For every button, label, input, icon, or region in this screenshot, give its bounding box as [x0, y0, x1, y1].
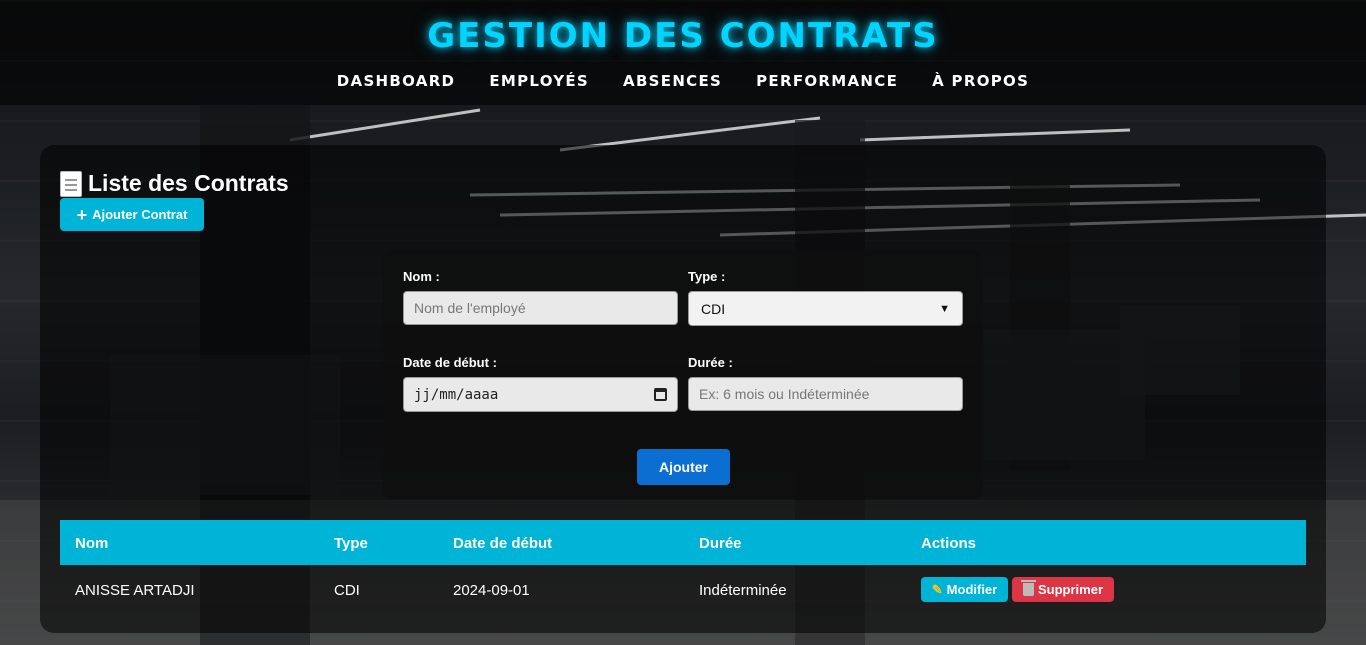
col-type: Type: [334, 535, 368, 552]
start-date-value: jj/mm/aaaa: [414, 386, 499, 403]
cell-duree: Indéterminée: [699, 582, 787, 599]
delete-label: Supprimer: [1037, 582, 1103, 597]
site-title: GESTION DES CONTRATS: [427, 16, 939, 56]
col-actions: Actions: [921, 535, 977, 552]
edit-label: Modifier: [946, 582, 998, 597]
duration-input[interactable]: [688, 377, 963, 411]
nav-employes[interactable]: EMPLOYÉS: [489, 72, 589, 90]
pencil-icon: ✎: [931, 581, 943, 597]
page-title-text: Liste des Contrats: [88, 170, 289, 196]
nav-a-propos[interactable]: À PROPOS: [932, 72, 1029, 90]
trash-icon: [1020, 580, 1036, 596]
name-input[interactable]: [403, 291, 678, 325]
table-row: ANISSE ARTADJI CDI 2024-09-01 Indétermin…: [60, 565, 1306, 615]
start-date-input[interactable]: jj/mm/aaaa: [403, 377, 678, 412]
nav-absences[interactable]: ABSENCES: [623, 72, 722, 90]
nav-performance[interactable]: PERFORMANCE: [756, 72, 898, 90]
col-nom: Nom: [75, 535, 109, 552]
submit-button[interactable]: Ajouter: [637, 449, 730, 485]
page-title: Liste des Contrats: [60, 170, 289, 197]
edit-button[interactable]: ✎ Modifier: [921, 577, 1008, 602]
cell-type: CDI: [334, 582, 360, 599]
main-nav: DASHBOARD EMPLOYÉS ABSENCES PERFORMANCE …: [0, 72, 1366, 90]
cell-date: 2024-09-01: [453, 582, 530, 599]
calendar-icon[interactable]: [654, 388, 667, 401]
nav-dashboard[interactable]: DASHBOARD: [337, 72, 456, 90]
type-select-value: CDI: [701, 300, 726, 317]
name-label: Nom :: [403, 269, 440, 284]
type-label: Type :: [688, 269, 726, 284]
col-date: Date de début: [453, 535, 553, 552]
table-header: Nom Type Date de début Durée Actions: [60, 520, 1306, 565]
start-date-label: Date de début :: [403, 355, 497, 370]
duration-label: Durée :: [688, 355, 733, 370]
col-duree: Durée: [699, 535, 742, 552]
chevron-down-icon: ▼: [939, 302, 950, 315]
document-icon: [60, 170, 82, 197]
add-contract-label: Ajouter Contrat: [92, 207, 188, 222]
type-select[interactable]: CDI ▼: [688, 291, 963, 326]
add-contract-button[interactable]: + Ajouter Contrat: [60, 198, 204, 231]
delete-button[interactable]: Supprimer: [1012, 577, 1114, 602]
plus-icon: +: [76, 204, 88, 225]
cell-nom: ANISSE ARTADJI: [75, 582, 195, 599]
